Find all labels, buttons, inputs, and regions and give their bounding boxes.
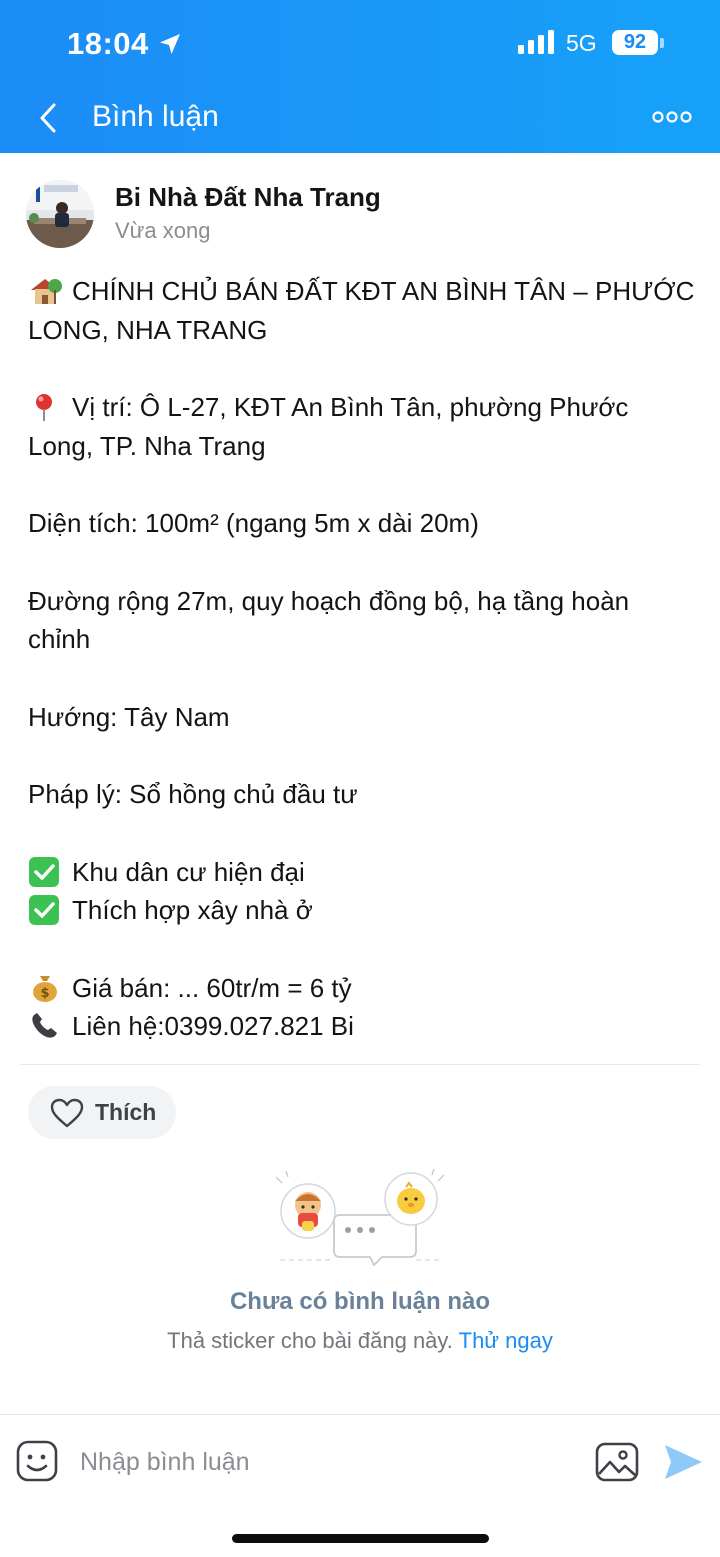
empty-state-title: Chưa có bình luận nào [229, 1288, 491, 1315]
like-button[interactable]: Thích [28, 1086, 176, 1139]
post-line: Vị trí: Ô L-27, KĐT An Bình Tân, phường … [28, 388, 698, 465]
send-icon[interactable] [662, 1442, 704, 1482]
money-bag-icon: $ [28, 973, 62, 1003]
pin-icon [28, 392, 62, 422]
post-line-text: Liên hệ:0399.027.821 Bi [72, 1011, 354, 1041]
heart-icon [50, 1098, 84, 1128]
post-line-text: Vị trí: Ô L-27, KĐT An Bình Tân, phường … [28, 392, 629, 461]
try-now-link[interactable]: Thử ngay [459, 1328, 553, 1353]
page-title: Bình luận [92, 100, 219, 133]
post-line-text: Khu dân cư hiện đại [72, 856, 305, 887]
more-dots-icon[interactable] [652, 108, 692, 126]
signal-bars-icon [518, 30, 554, 54]
app-header: 18:04 5G 92 Bình luận [0, 0, 720, 153]
post-line: $ Giá bán: ... 60tr/m = 6 tỷ [28, 969, 698, 1008]
network-type: 5G [566, 30, 597, 56]
post-line: Diện tích: 100m² (ngang 5m x dài 20m) [28, 508, 479, 538]
phone-icon [28, 1011, 62, 1041]
empty-state-subtitle: Thả sticker cho bài đăng này. Thử ngay [0, 1328, 720, 1354]
house-icon [28, 276, 62, 306]
status-time: 18:04 [67, 26, 149, 61]
post-line-text: CHÍNH CHỦ BÁN ĐẤT KĐT AN BÌNH TÂN – PHƯỚ… [28, 276, 695, 345]
post-line: Pháp lý: Sổ hồng chủ đầu tư [28, 779, 358, 809]
avatar-image [26, 180, 94, 248]
post-line: Đường rộng 27m, quy hoạch đồng bộ, hạ tầ… [28, 585, 630, 655]
check-icon [28, 895, 62, 925]
post-line: Liên hệ:0399.027.821 Bi [28, 1007, 698, 1046]
post-line: CHÍNH CHỦ BÁN ĐẤT KĐT AN BÌNH TÂN – PHƯỚ… [28, 272, 698, 349]
battery-tip-icon [660, 38, 664, 48]
navigation-bar: Bình luận [0, 88, 720, 153]
like-label: Thích [95, 1099, 157, 1125]
svg-text:$: $ [40, 986, 49, 1001]
post-time: Vừa xong [115, 218, 211, 243]
image-icon[interactable] [595, 1442, 639, 1482]
location-arrow-icon [160, 34, 180, 54]
home-indicator [232, 1534, 489, 1543]
comment-input[interactable] [80, 1440, 570, 1484]
post-line-text: Giá bán: ... 60tr/m = 6 tỷ [72, 972, 352, 1003]
composer-divider [0, 1414, 720, 1415]
post-line: Hướng: Tây Nam [28, 701, 230, 732]
check-icon [28, 856, 62, 887]
status-bar: 18:04 5G 92 [0, 0, 720, 88]
empty-state-text: Thả sticker cho bài đăng này. [167, 1328, 453, 1353]
post-line: Khu dân cư hiện đại [28, 853, 698, 892]
divider [20, 1064, 700, 1065]
post-line-text: Thích hợp xây nhà ở [72, 895, 313, 925]
author-name[interactable]: Bi Nhà Đất Nha Trang [115, 182, 381, 213]
post-content: CHÍNH CHỦ BÁN ĐẤT KĐT AN BÌNH TÂN – PHƯỚ… [28, 272, 698, 1046]
post-line: Thích hợp xây nhà ở [28, 891, 698, 930]
battery-level: 92 [612, 30, 658, 55]
sticker-icon[interactable] [16, 1440, 58, 1482]
chevron-left-icon[interactable] [33, 100, 63, 136]
author-avatar[interactable] [26, 180, 94, 248]
empty-comments-illustration [275, 1168, 445, 1267]
